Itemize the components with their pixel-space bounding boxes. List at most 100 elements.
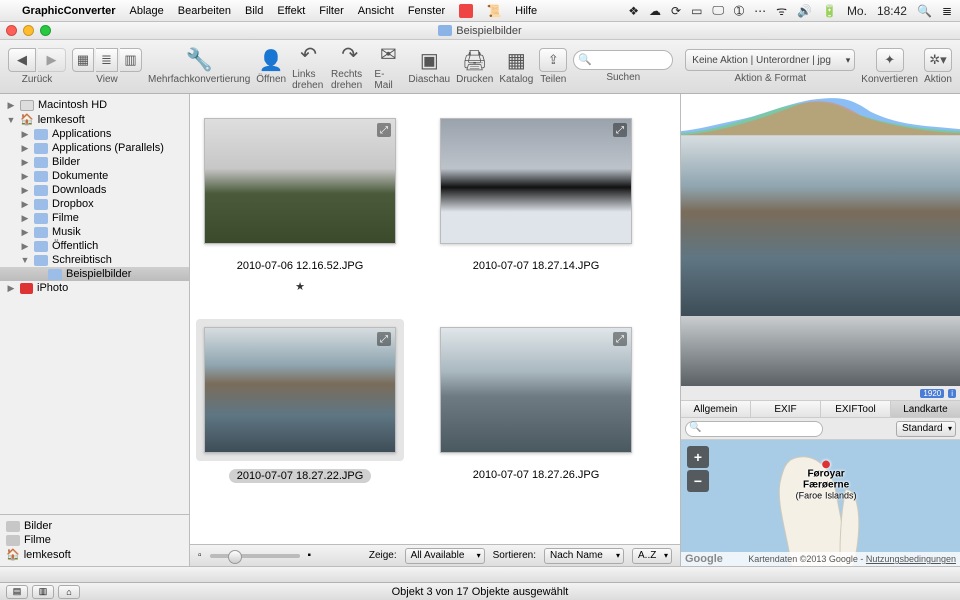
rating-star-icon[interactable]: ★: [295, 280, 305, 293]
menu-app-icon[interactable]: [459, 4, 473, 18]
tree-item[interactable]: ▶Bilder: [0, 155, 189, 169]
map-view[interactable]: + − ● Føroyar Færøerne (Faroe Islands) G…: [681, 440, 960, 566]
window-traffic-lights[interactable]: [6, 25, 51, 36]
menubar-extra-icon[interactable]: ❖: [628, 4, 639, 18]
sync-icon[interactable]: ⟳: [671, 4, 681, 18]
favorite-item[interactable]: lemkesoft: [0, 547, 189, 562]
action-button[interactable]: ✲▾: [924, 48, 952, 72]
disclosure-icon[interactable]: ▶: [20, 227, 30, 238]
tab-exiftool[interactable]: EXIFTool: [821, 401, 891, 417]
tree-item[interactable]: Beispielbilder: [0, 267, 189, 281]
email-icon[interactable]: ✉: [374, 43, 402, 67]
thumbnail[interactable]: ⤢2010-07-07 18.27.14.JPG: [436, 110, 636, 293]
thumbnail[interactable]: ⤢ 2010-07-07 18.27.26.JPG: [436, 319, 636, 483]
tree-item[interactable]: ▶Musik: [0, 225, 189, 239]
toolbar-search-input[interactable]: [573, 50, 673, 70]
tree-item[interactable]: ▶Applications: [0, 127, 189, 141]
forward-button[interactable]: ▶: [38, 48, 66, 72]
tree-item[interactable]: ▶Dropbox: [0, 197, 189, 211]
close-icon[interactable]: [6, 25, 17, 36]
tab-allgemein[interactable]: Allgemein: [681, 401, 751, 417]
menu-effekt[interactable]: Effekt: [277, 5, 305, 17]
menu-hilfe[interactable]: Hilfe: [515, 5, 537, 17]
spotlight-icon[interactable]: 🔍: [917, 4, 932, 18]
menu-fenster[interactable]: Fenster: [408, 5, 445, 17]
folder-tree[interactable]: ▶Macintosh HD▼lemkesoft▶Applications▶App…: [0, 94, 189, 514]
map-zoom-out-button[interactable]: −: [687, 470, 709, 492]
status-btn-3[interactable]: ⌂: [58, 585, 80, 599]
tree-item[interactable]: ▶Macintosh HD: [0, 98, 189, 112]
sort-order-combo[interactable]: A..Z: [632, 548, 672, 564]
thumbnail[interactable]: ⤢ 2010-07-06 12.16.52.JPG ★: [200, 110, 400, 293]
expand-icon[interactable]: ⤢: [377, 332, 391, 346]
tab-landkarte[interactable]: Landkarte: [891, 401, 960, 417]
convert-button[interactable]: ✦: [876, 48, 904, 72]
menu-ansicht[interactable]: Ansicht: [358, 5, 394, 17]
share-button[interactable]: ⇪: [539, 48, 567, 72]
tree-item[interactable]: ▶Filme: [0, 211, 189, 225]
disclosure-icon[interactable]: ▶: [20, 157, 30, 168]
disclosure-icon[interactable]: ▶: [20, 213, 30, 224]
info-badge[interactable]: i: [948, 389, 956, 398]
disclosure-icon[interactable]: ▶: [6, 283, 16, 294]
status-btn-1[interactable]: ▤: [6, 585, 28, 599]
map-search-input[interactable]: [685, 421, 823, 437]
disclosure-icon[interactable]: ▼: [6, 115, 16, 125]
tree-item[interactable]: ▼lemkesoft: [0, 112, 189, 127]
expand-icon[interactable]: ⤢: [613, 123, 627, 137]
thumbnail-caption[interactable]: 2010-07-07 18.27.22.JPG: [229, 469, 372, 483]
back-button[interactable]: ◀: [8, 48, 36, 72]
disclosure-icon[interactable]: ▶: [20, 143, 30, 154]
tree-item[interactable]: ▼Schreibtisch: [0, 253, 189, 267]
catalog-icon[interactable]: ▦: [502, 48, 530, 72]
tab-exif[interactable]: EXIF: [751, 401, 821, 417]
disclosure-icon[interactable]: ▶: [6, 100, 16, 111]
view-columns-button[interactable]: ▥: [120, 48, 142, 72]
zoom-icon[interactable]: [40, 25, 51, 36]
open-icon[interactable]: 👤: [257, 48, 285, 72]
clock-icon[interactable]: ➀: [734, 4, 744, 18]
wifi-icon[interactable]: ᯤ: [776, 2, 787, 19]
thumbnail[interactable]: ⤢ 2010-07-07 18.27.22.JPG: [200, 319, 400, 483]
favorite-item[interactable]: Filme: [0, 533, 189, 547]
disclosure-icon[interactable]: ▶: [20, 199, 30, 210]
map-terms-link[interactable]: Nutzungsbedingungen: [866, 554, 956, 564]
view-grid-button[interactable]: ▦: [72, 48, 94, 72]
menu-ablage[interactable]: Ablage: [130, 5, 164, 17]
expand-icon[interactable]: ⤢: [377, 123, 391, 137]
tree-item[interactable]: ▶iPhoto: [0, 281, 189, 295]
battery-icon[interactable]: 🔋: [822, 4, 837, 18]
rotate-left-icon[interactable]: ↶: [295, 43, 323, 67]
disclosure-icon[interactable]: ▶: [20, 171, 30, 182]
menu-bild[interactable]: Bild: [245, 5, 263, 17]
display-icon[interactable]: ▭: [691, 4, 702, 18]
rotate-right-icon[interactable]: ↷: [336, 43, 364, 67]
expand-icon[interactable]: ⤢: [613, 332, 627, 346]
disclosure-icon[interactable]: ▶: [20, 185, 30, 196]
sort-field-combo[interactable]: Nach Name: [544, 548, 624, 564]
thumbnail-caption[interactable]: 2010-07-07 18.27.26.JPG: [473, 469, 600, 481]
menu-bearbeiten[interactable]: Bearbeiten: [178, 5, 231, 17]
disclosure-icon[interactable]: ▼: [20, 255, 30, 265]
thumbnail-image[interactable]: ⤢: [204, 118, 396, 244]
print-icon[interactable]: 🖨: [461, 48, 489, 72]
thumbnail-caption[interactable]: 2010-07-06 12.16.52.JPG: [237, 260, 364, 272]
volume-icon[interactable]: 🔊: [797, 4, 812, 18]
status-btn-2[interactable]: ▥: [32, 585, 54, 599]
slideshow-icon[interactable]: ▣: [415, 48, 443, 72]
favorites-list[interactable]: BilderFilmelemkesoft: [0, 514, 189, 566]
cloud-icon[interactable]: ☁: [649, 4, 661, 18]
tree-item[interactable]: ▶Downloads: [0, 183, 189, 197]
map-zoom-in-button[interactable]: +: [687, 446, 709, 468]
monitor-icon[interactable]: 🖵: [712, 3, 724, 18]
notifications-icon[interactable]: ≣: [942, 4, 952, 18]
thumbnail-size-slider[interactable]: [210, 554, 300, 558]
multi-convert-icon[interactable]: 🔧: [185, 48, 213, 72]
show-filter-combo[interactable]: All Available: [405, 548, 485, 564]
tree-item[interactable]: ▶Applications (Parallels): [0, 141, 189, 155]
view-list-button[interactable]: ≣: [96, 48, 118, 72]
disclosure-icon[interactable]: ▶: [20, 241, 30, 252]
map-type-combo[interactable]: Standard: [896, 421, 956, 437]
minimize-icon[interactable]: [23, 25, 34, 36]
disclosure-icon[interactable]: ▶: [20, 129, 30, 140]
